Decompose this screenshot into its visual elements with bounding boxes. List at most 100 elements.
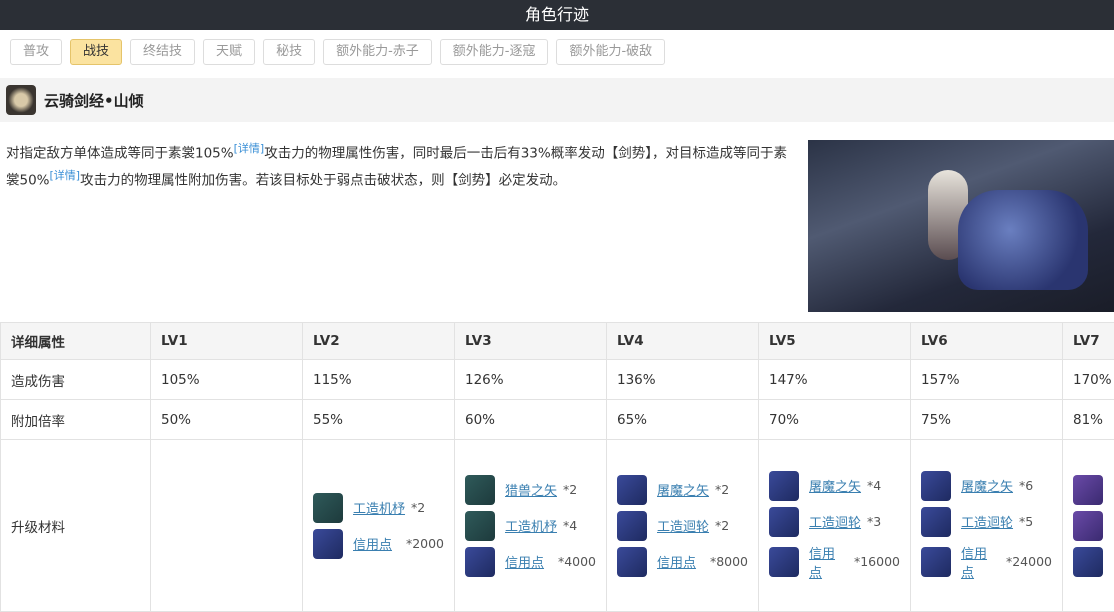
table-cell: 157% (911, 360, 1063, 400)
table-row-materials: 升级材料 工造机杼 *2 信用点*2000 猎兽之矢 *2 工造机杼 *4 信用点*4000 屠魔… (1, 440, 1114, 612)
material-item (1073, 511, 1114, 541)
tab-7[interactable]: 额外能力-破敌 (556, 39, 665, 65)
materials-cell: 屠魔之矢 *4 工造迴轮 *3 信用点 *16000 (759, 440, 911, 612)
materials-cell: 猎兽之矢 *2 工造机杼 *4 信用点*4000 (455, 440, 607, 612)
material-item: 信用点 *8000 (617, 547, 748, 577)
material-count: *5 (1019, 514, 1033, 529)
table-cell: 附加倍率 (1, 400, 151, 440)
material-item: 屠魔之矢 *6 (921, 471, 1052, 501)
material-count: *6 (1019, 478, 1033, 493)
material-link[interactable]: 信用点 (809, 543, 848, 581)
skill-tabs: 普攻战技终结技天赋秘技额外能力-赤子额外能力-逐寇额外能力-破敌 (10, 39, 665, 65)
material-link[interactable]: 工造机杼 (353, 498, 405, 517)
material-count: *2 (563, 482, 577, 497)
material-link[interactable]: 工造机杼 (505, 516, 557, 535)
material-icon[interactable] (921, 471, 951, 501)
table-cell: 170% (1063, 360, 1114, 400)
material-item: 信用点*4000 (465, 547, 596, 577)
materials-cell (151, 440, 303, 612)
table-cell: 70% (759, 400, 911, 440)
detail-link[interactable]: [详情] (234, 142, 265, 155)
skill-icon (6, 85, 36, 115)
table-cell: 136% (607, 360, 759, 400)
table-cell: 升级材料 (1, 440, 151, 612)
tab-0[interactable]: 普攻 (10, 39, 62, 65)
material-link[interactable]: 猎兽之矢 (505, 480, 557, 499)
material-icon[interactable] (465, 547, 495, 577)
materials-cell: 屠魔之矢 *6 工造迴轮 *5 信用点 *24000 (911, 440, 1063, 612)
material-item: 信用点*2000 (313, 529, 444, 559)
material-link[interactable]: 工造迴轮 (657, 516, 709, 535)
material-icon[interactable] (465, 511, 495, 541)
table-cell: 造成伤害 (1, 360, 151, 400)
material-icon[interactable] (1073, 547, 1103, 577)
table-cell: 105% (151, 360, 303, 400)
skill-name: 云骑剑经•山倾 (44, 90, 144, 111)
table-cell: 147% (759, 360, 911, 400)
materials-cell: 工造机杼 *2 信用点*2000 (303, 440, 455, 612)
skill-preview-image (808, 140, 1114, 312)
table-cell: 115% (303, 360, 455, 400)
skill-header: 云骑剑经•山倾 (0, 78, 1114, 122)
table-cell: 55% (303, 400, 455, 440)
material-icon[interactable] (617, 511, 647, 541)
table-cell: 65% (607, 400, 759, 440)
material-count: *16000 (854, 554, 900, 569)
material-item: 信用点 *16000 (769, 543, 900, 581)
table-cell: 75% (911, 400, 1063, 440)
table-cell: 126% (455, 360, 607, 400)
material-link[interactable]: 信用点 (353, 534, 400, 553)
material-icon[interactable] (617, 475, 647, 505)
material-link[interactable]: 屠魔之矢 (961, 476, 1013, 495)
column-header: LV2 (303, 323, 455, 360)
skill-level-table: 详细属性LV1LV2LV3LV4LV5LV6LV7 造成伤害105%115%12… (0, 322, 1114, 612)
material-icon[interactable] (465, 475, 495, 505)
desc-text: 攻击力的物理属性附加伤害。若该目标处于弱点击破状态，则【剑势】必定发动。 (80, 172, 566, 188)
material-icon[interactable] (313, 529, 343, 559)
material-count: *2 (715, 482, 729, 497)
material-link[interactable]: 工造迴轮 (961, 512, 1013, 531)
material-icon[interactable] (1073, 475, 1103, 505)
material-item (1073, 475, 1114, 505)
tab-6[interactable]: 额外能力-逐寇 (440, 39, 549, 65)
material-link[interactable]: 屠魔之矢 (809, 476, 861, 495)
material-item: 工造迴轮 *3 (769, 507, 900, 537)
material-item: 工造迴轮*2 (617, 511, 748, 541)
material-count: *2 (411, 500, 425, 515)
tab-3[interactable]: 天赋 (203, 39, 255, 65)
tab-4[interactable]: 秘技 (263, 39, 315, 65)
material-count: *24000 (1006, 554, 1052, 569)
material-count: *4 (563, 518, 577, 533)
material-link[interactable]: 信用点 (961, 543, 1000, 581)
material-icon[interactable] (769, 507, 799, 537)
material-icon[interactable] (1073, 511, 1103, 541)
material-item: 屠魔之矢 *2 (617, 475, 748, 505)
material-link[interactable]: 信用点 (505, 552, 552, 571)
material-count: *8000 (710, 554, 748, 569)
material-item (1073, 547, 1114, 577)
material-item: 猎兽之矢 *2 (465, 475, 596, 505)
column-header: LV6 (911, 323, 1063, 360)
material-count: *3 (867, 514, 881, 529)
column-header: LV3 (455, 323, 607, 360)
material-link[interactable]: 屠魔之矢 (657, 480, 709, 499)
tab-2[interactable]: 终结技 (130, 39, 195, 65)
desc-text: 对指定敌方单体造成等同于素裳105% (6, 146, 234, 162)
material-item: 信用点 *24000 (921, 543, 1052, 581)
material-icon[interactable] (921, 507, 951, 537)
detail-link[interactable]: [详情] (50, 169, 81, 182)
material-item: 工造迴轮 *5 (921, 507, 1052, 537)
material-icon[interactable] (617, 547, 647, 577)
column-header: LV7 (1063, 323, 1114, 360)
material-icon[interactable] (921, 547, 951, 577)
tab-5[interactable]: 额外能力-赤子 (323, 39, 432, 65)
material-count: *4 (867, 478, 881, 493)
material-icon[interactable] (313, 493, 343, 523)
material-icon[interactable] (769, 471, 799, 501)
materials-cell (1063, 440, 1114, 612)
tab-1[interactable]: 战技 (70, 39, 122, 65)
material-link[interactable]: 工造迴轮 (809, 512, 861, 531)
table-row: 附加倍率50%55%60%65%70%75%81% (1, 400, 1114, 440)
material-link[interactable]: 信用点 (657, 552, 704, 571)
material-icon[interactable] (769, 547, 799, 577)
